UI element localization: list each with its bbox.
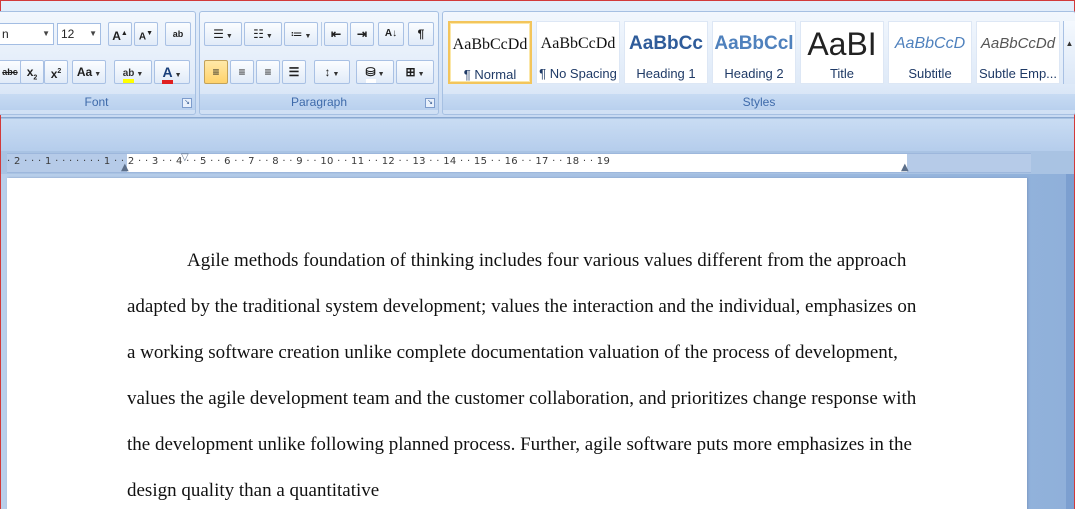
style-sample: AaBI [807,26,877,62]
style-tile[interactable]: AaBbCcl Heading 2 [712,21,796,84]
increase-indent-icon: ⇥ [356,27,368,41]
increase-indent-button[interactable]: ⇥ [350,22,374,46]
line-spacing-button[interactable]: ↕ ▼ [314,60,350,84]
paint-bucket-icon: ⛁ [365,65,376,83]
document-page[interactable]: Agile methods foundation of thinking inc… [7,178,1027,509]
multilevel-list-button[interactable]: ≔ ▼ [284,22,318,46]
align-left-button[interactable]: ≡ [204,60,228,84]
style-tile[interactable]: AaBbCcD Subtitle [888,21,972,84]
ruler-ticks: · 2 · · · 1 · · · · · · · 1 · · 2 · · 3 … [7,156,611,167]
style-tile[interactable]: AaBbCcDd Subtle Emp... [976,21,1060,84]
font-size-value: 12 [61,27,75,41]
vertical-scrollbar[interactable] [1066,174,1074,509]
style-sample: AaBbCcDd [452,36,528,53]
font-name-value: n [2,27,9,41]
font-color-button[interactable]: A ▼ [154,60,190,84]
show-hide-marks-button[interactable]: ¶ [408,22,434,46]
paragraph-group: ☰ ▼ ☷ ▼ ≔ ▼ ⇤ ⇥ A↓ ¶ ≡ ≡ ≡ ☰ ↕ ▼ ⛁ ▼ ⊞ ▼… [199,11,439,115]
borders-button[interactable]: ⊞ ▼ [396,60,434,84]
style-name: ¶ No Spacing [539,66,617,81]
align-center-button[interactable]: ≡ [230,60,254,84]
paragraph-group-label: Paragraph [200,94,438,110]
eraser-icon: ab [172,29,184,39]
borders-icon: ⊞ [405,65,416,79]
style-name: Subtle Emp... [978,66,1058,81]
font-color-icon: A [162,64,173,84]
multilevel-list-icon: ≔ [290,27,303,41]
sort-icon: A↓ [384,28,398,39]
styles-group: AaBbCcDd ¶ Normal AaBbCcDd ¶ No Spacing AaBb… [442,11,1075,115]
grow-font-icon: A [112,29,121,43]
font-dialog-launcher-icon[interactable]: ↘ [182,98,192,108]
font-group-label: Font [0,94,195,110]
chevron-down-icon: ▼ [42,29,50,38]
style-sample: AaBbCcD [894,35,966,52]
highlight-button[interactable]: ab ▼ [114,60,152,84]
strikethrough-icon: abc [2,67,18,77]
clear-formatting-button[interactable]: ab [165,22,191,46]
justify-button[interactable]: ☰ [282,60,306,84]
horizontal-ruler[interactable]: · 2 · · · 1 · · · · · · · 1 · · 2 · · 3 … [7,153,1031,173]
chevron-down-icon: ▼ [89,29,97,38]
line-spacing-icon: ↕ [324,65,331,79]
style-name: Title [829,66,855,81]
change-case-button[interactable]: Aa ▼ [72,60,106,84]
style-sample: AaBbCcDd [540,35,616,52]
style-sample: AaBbCc [629,33,703,54]
style-name: Subtitle [908,66,952,81]
align-right-button[interactable]: ≡ [256,60,280,84]
paragraph-dialog-launcher-icon[interactable]: ↘ [425,98,435,108]
style-tile[interactable]: AaBI Title [800,21,884,84]
shrink-font-button[interactable]: A▼ [134,22,158,46]
style-sample: AaBbCcl [714,33,794,54]
ribbon-collapse-band [1,119,1074,151]
style-tile[interactable]: AaBbCcDd ¶ No Spacing [536,21,620,84]
divider [321,22,322,46]
font-group: n ▼ 12 ▼ A▲ A▼ ab abc x2 x2 Aa ▼ ab ▼ A … [0,11,196,115]
styles-group-label: Styles [443,94,1075,110]
align-right-icon: ≡ [264,65,272,79]
numbered-list-icon: ☷ [253,27,264,41]
bulleted-list-icon: ☰ [213,27,224,41]
style-name: Heading 2 [724,66,784,81]
chevron-up-icon[interactable]: ▲ [1064,39,1075,48]
subscript-button[interactable]: x2 [20,60,44,84]
superscript-button[interactable]: x2 [44,60,68,84]
grow-font-button[interactable]: A▲ [108,22,132,46]
style-tile[interactable]: AaBbCcDd ¶ Normal [448,21,532,84]
bullets-button[interactable]: ☰ ▼ [204,22,242,46]
style-name: ¶ Normal [463,67,517,82]
first-line-indent-marker-icon[interactable]: ▽ [181,153,189,163]
style-sample: AaBbCcDd [980,35,1056,52]
shading-button[interactable]: ⛁ ▼ [356,60,394,84]
font-name-combobox[interactable]: n ▼ [0,23,54,45]
right-indent-marker-icon[interactable]: ▲ [901,163,909,173]
sort-button[interactable]: A↓ [378,22,404,46]
highlighter-icon: ab [122,68,135,83]
decrease-indent-button[interactable]: ⇤ [324,22,348,46]
numbering-button[interactable]: ☷ ▼ [244,22,282,46]
gallery-scroll[interactable]: ▲ [1063,21,1075,84]
style-name: Heading 1 [636,66,696,81]
align-center-icon: ≡ [238,65,246,79]
align-left-icon: ≡ [212,65,220,79]
hanging-indent-marker-icon[interactable]: ▲ [121,163,129,173]
font-size-combobox[interactable]: 12 ▼ [57,23,101,45]
strikethrough-button[interactable]: abc [0,60,22,84]
change-case-icon: Aa [76,65,93,79]
ribbon: n ▼ 12 ▼ A▲ A▼ ab abc x2 x2 Aa ▼ ab ▼ A … [0,1,1075,118]
style-tile[interactable]: AaBbCc Heading 1 [624,21,708,84]
decrease-indent-icon: ⇤ [330,27,342,41]
justify-icon: ☰ [288,65,300,79]
pilcrow-icon: ¶ [417,27,425,41]
document-paragraph[interactable]: Agile methods foundation of thinking inc… [127,238,917,509]
